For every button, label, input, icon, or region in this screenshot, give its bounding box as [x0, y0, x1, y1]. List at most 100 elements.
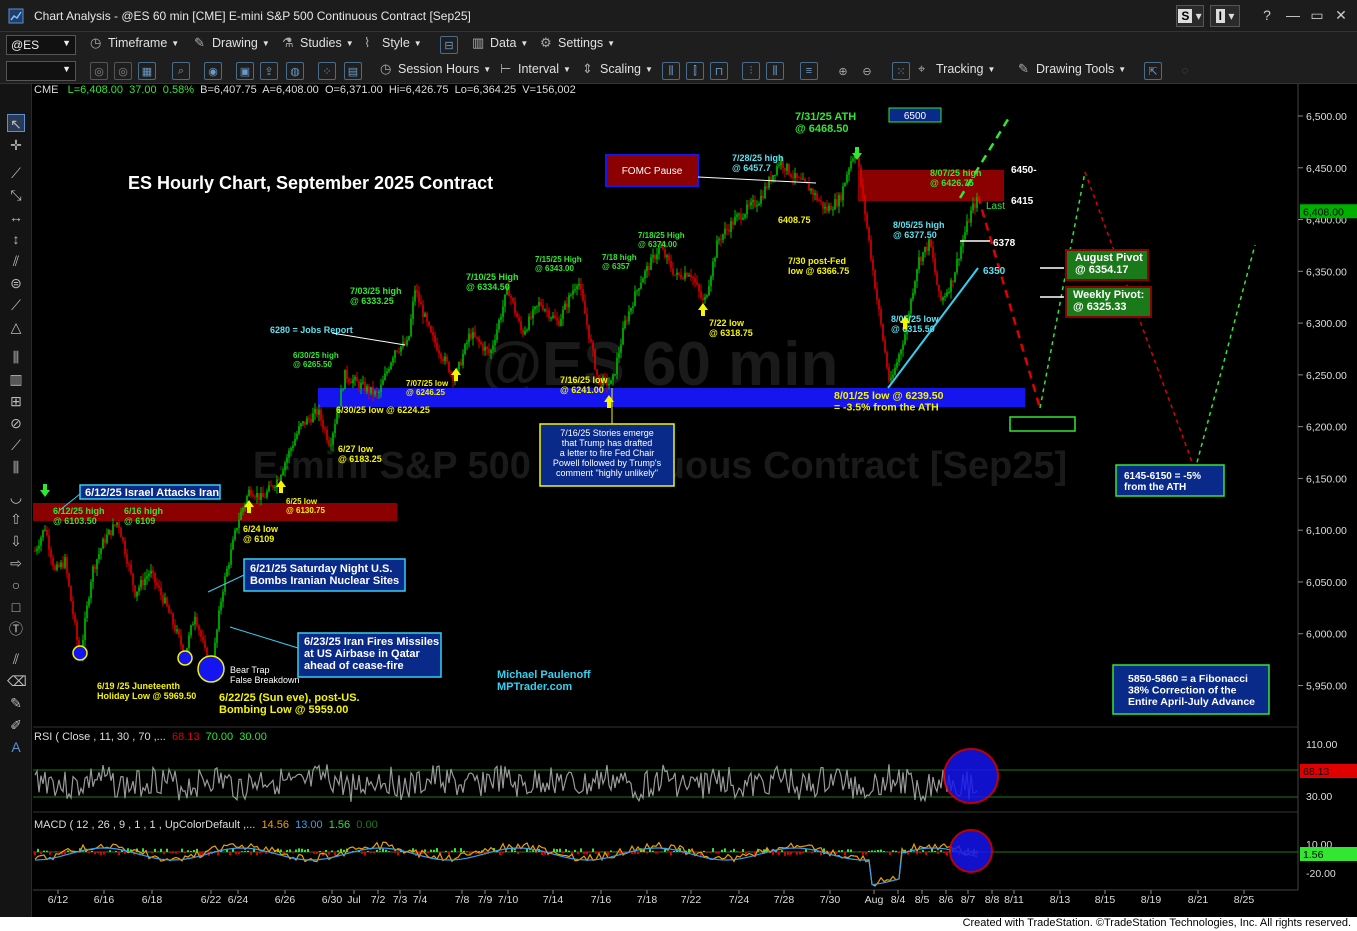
price-chart[interactable]: @ES 60 min E-mini S&P 500 Continuous Con…	[0, 0, 1357, 917]
cycle-tool-icon[interactable]: ⊘	[7, 414, 25, 432]
layout-icon[interactable]: ⊟	[440, 36, 458, 54]
target-icon[interactable]: ◉	[204, 62, 222, 80]
text-icon[interactable]: A	[7, 738, 25, 756]
vertical-line-icon[interactable]: ↕	[7, 230, 25, 248]
session-hours-menu[interactable]: ◷ Session Hours ▼	[380, 62, 491, 77]
zoom-data-icon[interactable]: ⌕	[172, 62, 190, 80]
annotation-ath: 7/31/25 ATH @ 6468.50	[795, 111, 856, 135]
export-icon[interactable]: ⇪	[260, 62, 278, 80]
triangle-icon[interactable]: △	[7, 318, 25, 336]
ellipse-icon[interactable]: ○	[7, 576, 25, 594]
candle-body	[94, 566, 96, 569]
chat-icon[interactable]: ◌	[1176, 62, 1194, 80]
settings-menu[interactable]: ⚙ Settings ▼	[540, 36, 615, 51]
maximize-icon[interactable]: ▭	[1306, 4, 1328, 26]
pointer-icon[interactable]: ↖	[7, 114, 25, 132]
bars-icon[interactable]: ⫼	[662, 62, 680, 80]
channel-icon[interactable]: ⫽	[7, 252, 25, 270]
candle-body	[972, 203, 974, 211]
zoom-out-icon[interactable]: ⊖	[858, 62, 876, 80]
zoom-in-icon[interactable]: ⊕	[834, 62, 852, 80]
arrow-down-icon[interactable]: ⇩	[7, 532, 25, 550]
timeframe-menu[interactable]: ◷ Timeframe ▼	[90, 36, 179, 51]
candle-body	[282, 470, 284, 476]
candle-body	[244, 504, 246, 508]
wave-icon[interactable]: ⫼	[7, 458, 25, 476]
candle-body	[270, 485, 272, 487]
data-menu[interactable]: ▥ Data ▼	[472, 36, 528, 51]
fibonacci-icon[interactable]: ⊜	[7, 274, 25, 292]
candle-body	[496, 329, 498, 340]
candle-body	[540, 302, 542, 306]
chart-icon[interactable]: ▤	[344, 62, 362, 80]
interval-menu[interactable]: ⊢ Interval ▼	[500, 62, 571, 77]
drawing-tools-menu[interactable]: ✎ Drawing Tools ▼	[1018, 62, 1126, 77]
annotation-line: Entire April-July Advance	[1128, 696, 1255, 708]
bars-tool-icon[interactable]: ⫼	[7, 348, 25, 366]
speed-line-icon[interactable]: ⟋	[7, 296, 25, 314]
crosshair-icon[interactable]: ✛	[7, 136, 25, 154]
close-icon[interactable]: ✕	[1330, 4, 1352, 26]
candle-body	[116, 522, 118, 526]
secondary-dropdown[interactable]: ▼	[6, 61, 76, 81]
cycle-icon[interactable]: ◎	[114, 62, 132, 80]
style-menu[interactable]: ⌇ Style ▼	[364, 36, 422, 51]
candle-body	[608, 384, 610, 386]
trendline-icon[interactable]: ⟋	[7, 164, 25, 182]
candles-icon[interactable]: ⫿	[686, 62, 704, 80]
candle-body	[778, 165, 780, 167]
candle-body	[134, 585, 136, 597]
candle-body	[228, 564, 230, 569]
ruler-icon[interactable]: ▥	[7, 370, 25, 388]
candle-body	[464, 344, 466, 354]
annotation-low-0805: 8/05/25 low @ 6315.50	[891, 314, 940, 334]
drawing-menu[interactable]: ✎ Drawing ▼	[194, 36, 270, 51]
minimize-icon[interactable]: —	[1282, 4, 1304, 26]
i-button[interactable]: I ▾	[1210, 5, 1240, 27]
candle-body	[236, 527, 238, 531]
crosshair-grid-icon[interactable]: ⁙	[892, 62, 910, 80]
candle-body	[354, 377, 356, 380]
arrow-right-icon[interactable]: ⇨	[7, 554, 25, 572]
grid-icon[interactable]: ⁘	[318, 62, 336, 80]
expand-icon[interactable]: ⫼	[766, 62, 784, 80]
image-icon[interactable]: ▣	[236, 62, 254, 80]
regression-icon[interactable]: ⟋	[7, 436, 25, 454]
candle-body	[142, 579, 144, 586]
candle-body	[548, 310, 550, 318]
highlighter-icon[interactable]: ✐	[7, 716, 25, 734]
help-icon[interactable]: ?	[1256, 4, 1278, 26]
candle-body	[112, 524, 114, 536]
arrow-up-icon[interactable]: ⇧	[7, 510, 25, 528]
level-6378-label: 6378	[993, 238, 1016, 249]
refresh-icon[interactable]: ◎	[90, 62, 108, 80]
arc-icon[interactable]: ◡	[7, 488, 25, 506]
eraser-icon[interactable]: ⌫	[7, 672, 27, 690]
horizontal-line-icon[interactable]: ↔	[7, 208, 25, 226]
annotation-low-0716: 7/16/25 low @ 6241.00	[560, 375, 609, 395]
brush-icon[interactable]: ⫽	[7, 650, 25, 668]
palette-icon[interactable]: ◍	[286, 62, 304, 80]
sync-icon[interactable]: ⫶	[742, 62, 760, 80]
share-icon[interactable]: ⇱	[1144, 62, 1162, 80]
symbol-input[interactable]: @ES ▼	[6, 35, 76, 55]
studies-menu[interactable]: ⚗ Studies ▼	[282, 36, 354, 51]
calendar-icon[interactable]: ▦	[138, 62, 156, 80]
tracking-menu[interactable]: ⌖ Tracking ▼	[918, 62, 995, 77]
scaling-menu[interactable]: ⇕ Scaling ▼	[582, 62, 653, 77]
marker-icon[interactable]: ✎	[7, 694, 25, 712]
equal-icon[interactable]: ≡	[800, 62, 818, 80]
gann-icon[interactable]: ⊞	[7, 392, 25, 410]
text-box-icon[interactable]: Ⓣ	[7, 620, 25, 638]
candle-body	[508, 286, 510, 297]
candle-body	[564, 303, 566, 310]
compress-icon[interactable]: ⊓	[710, 62, 728, 80]
ray-icon[interactable]: ⤡	[7, 186, 25, 204]
candle-body	[840, 195, 842, 201]
candle-body	[252, 494, 254, 497]
macd-diff: 1.56	[328, 819, 351, 831]
rectangle-icon[interactable]: □	[7, 598, 25, 616]
candle-body	[872, 259, 874, 271]
s-button[interactable]: S ▾	[1176, 5, 1204, 27]
annotation-line: 7/16/25 Stories emerge	[560, 428, 654, 438]
